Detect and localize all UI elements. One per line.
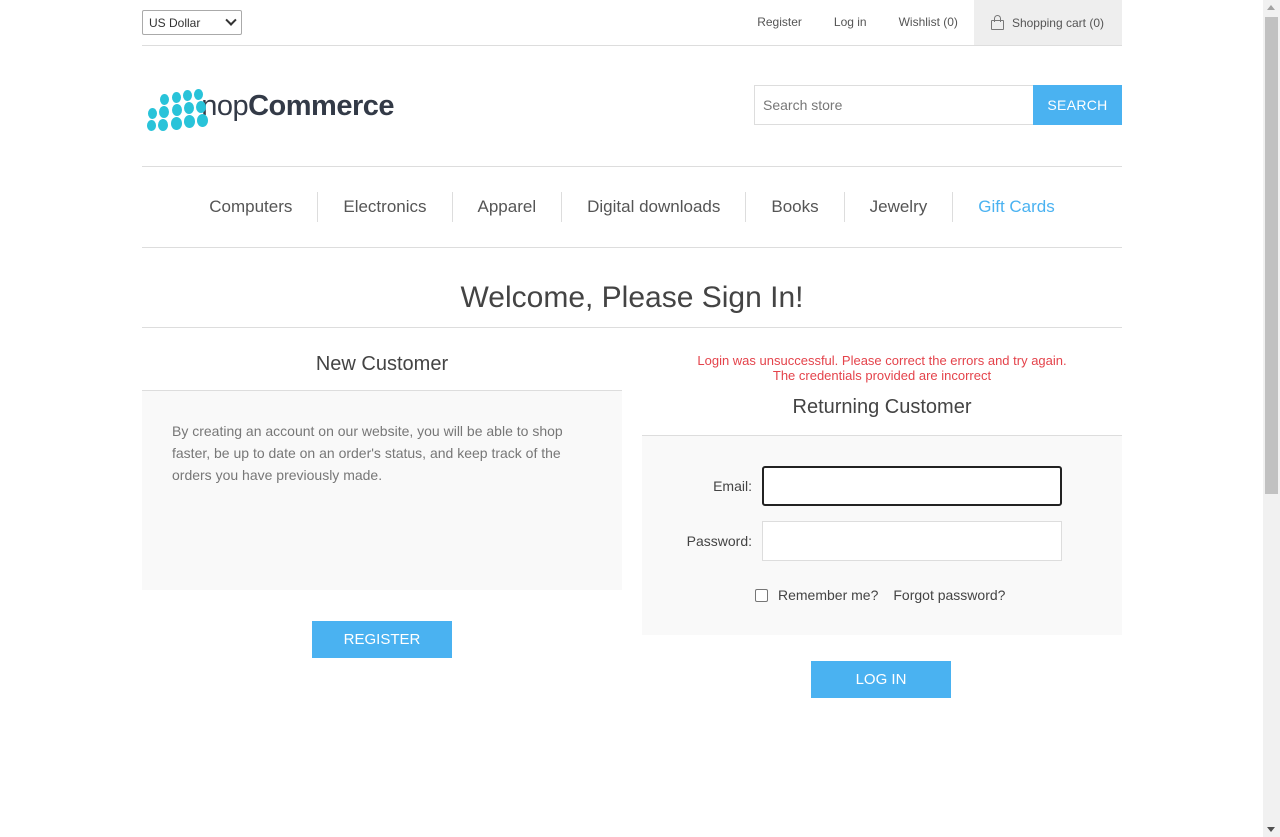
menu-item-apparel[interactable]: Apparel <box>453 192 563 222</box>
remember-me-row: Remember me? Forgot password? <box>755 587 1005 603</box>
forgot-password-link[interactable]: Forgot password? <box>893 587 1005 603</box>
search-box: SEARCH <box>754 85 1122 125</box>
new-customer-heading: New Customer <box>142 328 622 391</box>
shopping-cart-link[interactable]: Shopping cart (0) <box>973 0 1122 45</box>
new-customer-block: New Customer By creating an account on o… <box>142 328 622 658</box>
logo-text-light: nop <box>201 89 249 122</box>
currency-select[interactable]: US Dollar <box>142 10 242 35</box>
logo-text-bold: Commerce <box>248 89 394 122</box>
scroll-down-arrow-icon[interactable] <box>1267 827 1275 832</box>
shopping-cart-label: Shopping cart (0) <box>1011 15 1104 30</box>
menu-item-jewelry[interactable]: Jewelry <box>845 192 954 222</box>
menu-item-electronics[interactable]: Electronics <box>318 192 453 222</box>
remember-me-checkbox[interactable] <box>755 588 768 602</box>
currency-value: US Dollar <box>149 15 201 30</box>
email-label: Email: <box>713 478 752 494</box>
page: US Dollar Register Log in Wishlist (0) S… <box>142 0 1122 837</box>
register-link[interactable]: Register <box>741 0 818 45</box>
chevron-down-icon <box>225 14 237 26</box>
remember-me-label[interactable]: Remember me? <box>778 587 878 603</box>
scrollbar-thumb[interactable] <box>1265 17 1278 494</box>
page-title: Welcome, Please Sign In! <box>460 281 804 314</box>
password-field[interactable] <box>762 521 1062 561</box>
header-links: Register Log in Wishlist (0) Shopping ca… <box>741 0 1122 45</box>
menu-item-computers[interactable]: Computers <box>184 192 319 222</box>
shopping-bag-icon <box>990 15 1004 30</box>
logo-text: nopCommerce <box>201 90 394 123</box>
login-error-detail: The credentials provided are incorrect <box>772 368 992 383</box>
header-upper: US Dollar Register Log in Wishlist (0) S… <box>142 0 1122 46</box>
page-scrollbar[interactable] <box>1263 0 1280 837</box>
menu-item-books[interactable]: Books <box>746 192 845 222</box>
wishlist-link[interactable]: Wishlist (0) <box>883 0 974 45</box>
login-error-message: Login was unsuccessful. Please correct t… <box>697 353 1067 368</box>
new-customer-text: By creating an account on our website, y… <box>142 391 622 590</box>
search-button[interactable]: SEARCH <box>1033 85 1122 125</box>
menu-item-digital-downloads[interactable]: Digital downloads <box>562 192 747 222</box>
login-error-summary: Login was unsuccessful. Please correct t… <box>642 353 1122 383</box>
logo-dots-icon <box>144 85 208 131</box>
password-label: Password: <box>686 533 752 549</box>
email-field[interactable] <box>762 466 1062 506</box>
top-menu: Computers Electronics Apparel Digital downl… <box>142 166 1122 248</box>
login-form: Email: Password: Remember me? Forgot pas… <box>642 436 1122 635</box>
login-link[interactable]: Log in <box>818 0 883 45</box>
search-input[interactable] <box>754 85 1033 125</box>
returning-customer-heading: Returning Customer <box>642 387 1122 436</box>
returning-customer-block: Login was unsuccessful. Please correct t… <box>642 328 1122 698</box>
login-button[interactable]: LOG IN <box>811 661 951 698</box>
store-logo[interactable]: nopCommerce <box>144 84 394 131</box>
menu-item-gift-cards[interactable]: Gift Cards <box>953 192 1080 222</box>
register-button[interactable]: REGISTER <box>312 621 452 658</box>
scroll-up-arrow-icon[interactable] <box>1267 5 1275 10</box>
